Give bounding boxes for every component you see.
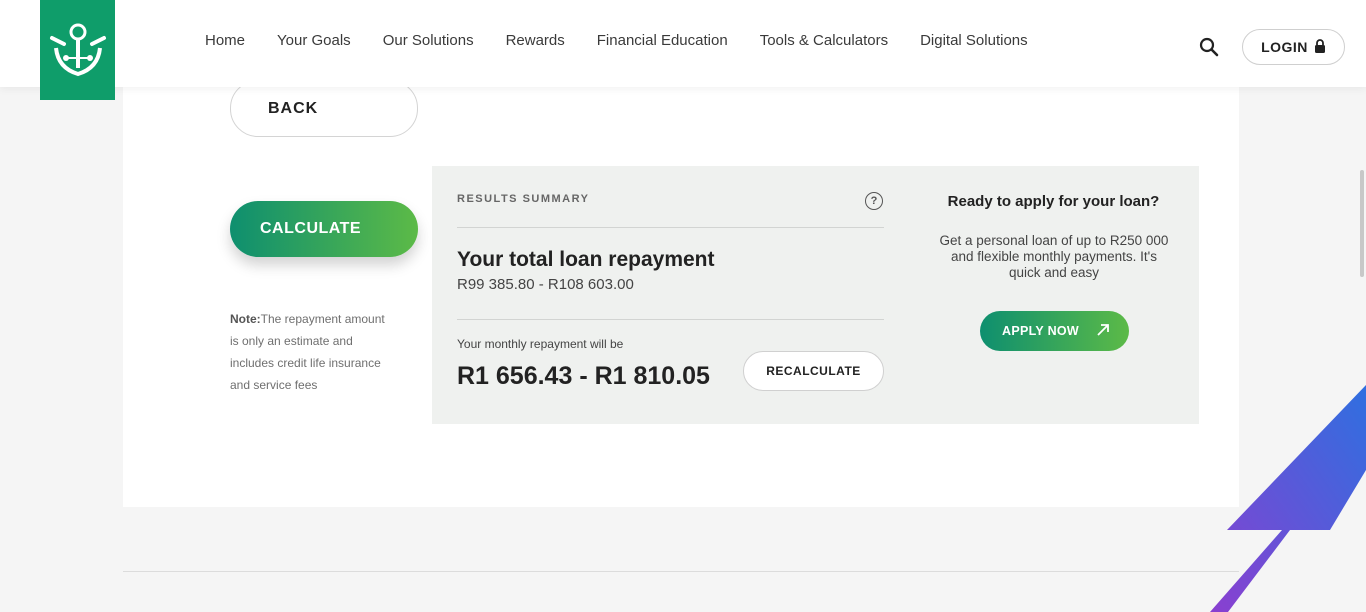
- login-label: LOGIN: [1261, 39, 1308, 55]
- apply-now-label: APPLY NOW: [1002, 324, 1080, 338]
- lock-icon: [1314, 38, 1326, 56]
- apply-now-button[interactable]: APPLY NOW: [980, 311, 1129, 351]
- scrollbar[interactable]: [1360, 170, 1364, 277]
- decorative-graphic: [1210, 385, 1366, 612]
- nav-digital-solutions[interactable]: Digital Solutions: [920, 32, 1028, 49]
- total-repayment-title: Your total loan repayment: [457, 248, 715, 271]
- login-button[interactable]: LOGIN: [1242, 29, 1345, 65]
- divider: [457, 319, 884, 320]
- main-nav: Home Your Goals Our Solutions Rewards Fi…: [205, 32, 1060, 49]
- calculate-button[interactable]: CALCULATE: [230, 201, 418, 257]
- results-summary-panel: RESULTS SUMMARY ? Your total loan repaym…: [432, 166, 1199, 424]
- nav-home[interactable]: Home: [205, 32, 245, 49]
- arrow-up-right-icon: [1095, 322, 1111, 338]
- divider: [457, 227, 884, 228]
- footer-divider: [123, 571, 1239, 572]
- monthly-repayment-label: Your monthly repayment will be: [457, 337, 624, 351]
- nav-tools-calculators[interactable]: Tools & Calculators: [760, 32, 888, 49]
- recalculate-button[interactable]: RECALCULATE: [743, 351, 884, 391]
- site-header: Home Your Goals Our Solutions Rewards Fi…: [0, 0, 1366, 87]
- search-icon[interactable]: [1198, 36, 1220, 58]
- results-summary-heading: RESULTS SUMMARY: [457, 193, 590, 205]
- total-repayment-range: R99 385.80 - R108 603.00: [457, 276, 634, 293]
- nav-our-solutions[interactable]: Our Solutions: [383, 32, 474, 49]
- brand-logo[interactable]: [40, 0, 115, 100]
- repayment-note: Note:The repayment amount is only an est…: [230, 308, 390, 396]
- nav-rewards[interactable]: Rewards: [506, 32, 565, 49]
- back-button[interactable]: BACK: [230, 80, 418, 137]
- help-icon[interactable]: ?: [865, 192, 883, 210]
- nav-financial-education[interactable]: Financial Education: [597, 32, 728, 49]
- monthly-repayment-value: R1 656.43 - R1 810.05: [457, 362, 710, 390]
- note-label: Note:: [230, 312, 261, 326]
- apply-description: Get a personal loan of up to R250 000 an…: [939, 233, 1169, 280]
- nav-your-goals[interactable]: Your Goals: [277, 32, 351, 49]
- apply-title: Ready to apply for your loan?: [947, 193, 1160, 210]
